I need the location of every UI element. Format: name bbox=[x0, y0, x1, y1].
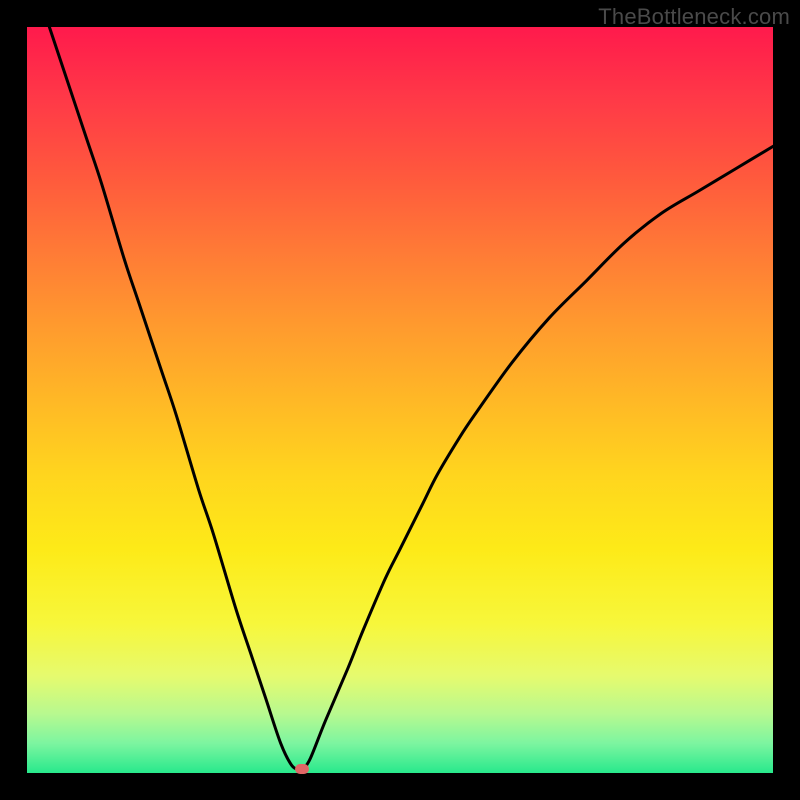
gradient-plot-area bbox=[27, 27, 773, 773]
minimum-marker bbox=[295, 764, 309, 774]
watermark-text: TheBottleneck.com bbox=[598, 4, 790, 30]
chart-container: TheBottleneck.com bbox=[0, 0, 800, 800]
